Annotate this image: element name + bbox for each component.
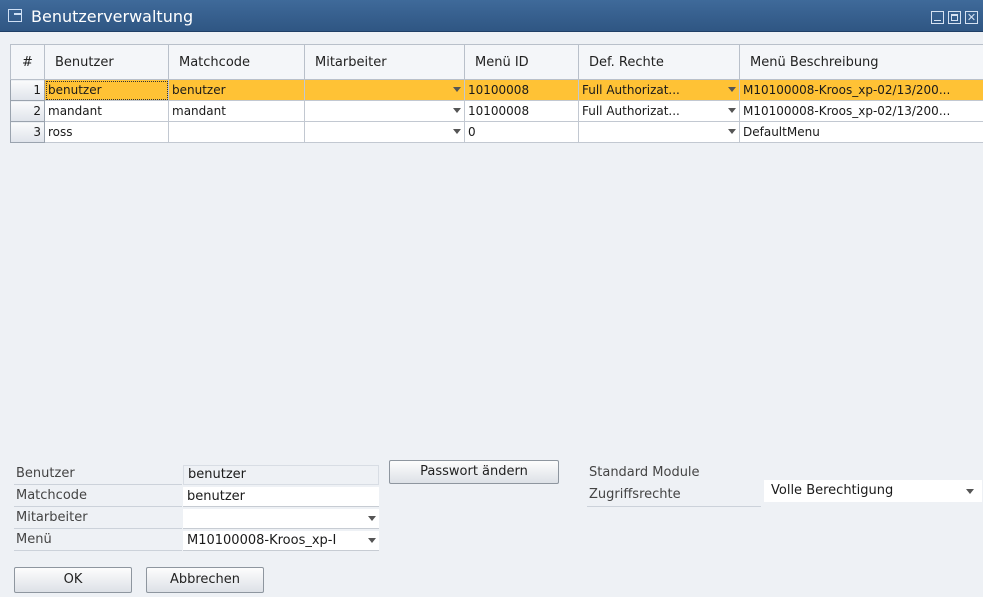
grid-header: # Benutzer Matchcode Mitarbeiter Menü ID… [10,44,983,80]
chevron-down-icon[interactable] [368,516,376,521]
table-row[interactable]: 1 benutzer benutzer 10100008 Full Author… [10,79,983,101]
table-row[interactable]: 2 mandant mandant 10100008 Full Authoriz… [10,100,983,122]
label-divider [14,550,182,551]
cell-mitarbeiter[interactable] [304,79,465,101]
benutzer-field[interactable]: benutzer [183,465,379,485]
cell-beschreibung[interactable]: M10100008-Kroos_xp-02/13/200... [739,100,983,122]
cell-benutzer[interactable]: benutzer [44,79,169,101]
benutzer-field-value: benutzer [188,467,246,482]
matchcode-field-value: benutzer [187,489,245,504]
column-header-benutzer[interactable]: Benutzer [44,44,169,80]
access-rights-value: Volle Berechtigung [771,483,894,498]
menu-select-value: M10100008-Kroos_xp-I [187,533,337,548]
cell-benutzer[interactable]: mandant [44,100,169,122]
cell-benutzer[interactable]: ross [44,121,169,143]
column-header-mitarbeiter[interactable]: Mitarbeiter [304,44,465,80]
row-number[interactable]: 2 [10,100,45,122]
window-icon [8,9,22,22]
cell-rechte[interactable]: Full Authorizat... [578,79,740,101]
cell-menu-id[interactable]: 10100008 [464,100,579,122]
label-divider [14,484,182,485]
cell-menu-id[interactable]: 10100008 [464,79,579,101]
cell-matchcode[interactable]: benutzer [168,79,305,101]
dropdown-arrow-icon[interactable] [728,87,736,92]
chevron-down-icon[interactable] [368,538,376,543]
column-header-beschreibung[interactable]: Menü Beschreibung [739,44,983,80]
cell-matchcode[interactable] [168,121,305,143]
cell-matchcode[interactable]: mandant [168,100,305,122]
column-header-matchcode[interactable]: Matchcode [168,44,305,80]
dropdown-arrow-icon[interactable] [453,108,461,113]
cell-beschreibung[interactable]: M10100008-Kroos_xp-02/13/200... [739,79,983,101]
title-bar: Benutzerverwaltung ✕ [0,0,983,32]
column-header-num[interactable]: # [10,44,45,80]
row-number[interactable]: 1 [10,79,45,101]
minimize-button[interactable] [931,11,944,24]
dropdown-arrow-icon[interactable] [728,129,736,134]
label-divider [587,506,761,507]
dropdown-arrow-icon[interactable] [453,87,461,92]
mitarbeiter-label: Mitarbeiter [16,510,88,525]
dropdown-arrow-icon[interactable] [728,108,736,113]
table-row[interactable]: 3 ross 0 DefaultMenu [10,121,983,143]
label-divider [14,506,182,507]
ok-button[interactable]: OK [14,567,132,593]
column-header-menu-id[interactable]: Menü ID [464,44,579,80]
close-button[interactable]: ✕ [965,11,978,24]
chevron-down-icon[interactable] [966,489,974,494]
menu-select[interactable]: M10100008-Kroos_xp-I [183,531,379,551]
standard-module-label: Standard Module [589,465,700,480]
cell-rechte[interactable] [578,121,740,143]
cell-beschreibung[interactable]: DefaultMenu [739,121,983,143]
cell-rechte[interactable]: Full Authorizat... [578,100,740,122]
cell-rechte-value: Full Authorizat... [582,83,680,97]
cell-mitarbeiter[interactable] [304,121,465,143]
user-grid: # Benutzer Matchcode Mitarbeiter Menü ID… [10,44,983,448]
mitarbeiter-select[interactable] [183,509,379,529]
cancel-button[interactable]: Abbrechen [146,567,264,593]
label-divider [14,528,182,529]
matchcode-label: Matchcode [16,488,88,503]
dropdown-arrow-icon[interactable] [453,129,461,134]
cell-mitarbeiter[interactable] [304,100,465,122]
window-title: Benutzerverwaltung [31,7,194,26]
maximize-button[interactable] [948,11,961,24]
access-rights-select[interactable]: Volle Berechtigung [764,480,982,502]
change-password-button[interactable]: Passwort ändern [389,460,559,484]
matchcode-field[interactable]: benutzer [183,487,379,507]
cell-menu-id[interactable]: 0 [464,121,579,143]
column-header-rechte[interactable]: Def. Rechte [578,44,740,80]
zugriffsrechte-label: Zugriffsrechte [589,487,681,502]
benutzer-label: Benutzer [16,466,75,481]
menu-label: Menü [16,532,52,547]
cell-rechte-value: Full Authorizat... [582,104,680,118]
row-number[interactable]: 3 [10,121,45,143]
